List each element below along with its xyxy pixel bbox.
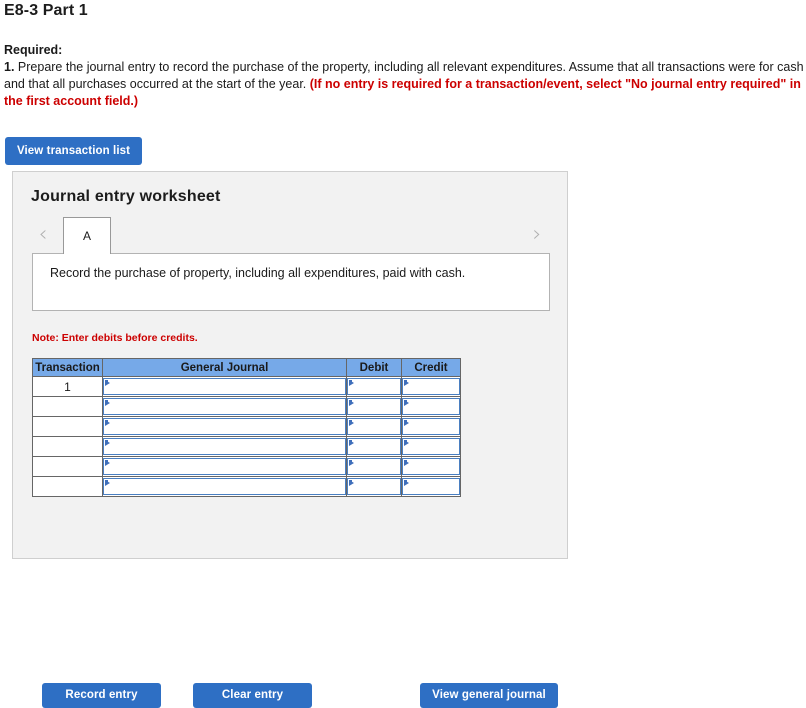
table-header-row: Transaction General Journal Debit Credit xyxy=(32,358,461,377)
journal-entry-worksheet-panel: Journal entry worksheet ‹ A › Record the… xyxy=(12,171,569,708)
credit-cell[interactable] xyxy=(401,476,461,497)
general-journal-cell[interactable] xyxy=(102,376,347,397)
general-journal-input[interactable] xyxy=(103,438,346,455)
transaction-number-cell xyxy=(32,396,103,417)
debit-input[interactable] xyxy=(347,458,401,475)
column-header-credit: Credit xyxy=(401,358,461,377)
transaction-number-cell xyxy=(32,436,103,457)
debit-cell[interactable] xyxy=(346,396,402,417)
debit-cell[interactable] xyxy=(346,376,402,397)
general-journal-cell[interactable] xyxy=(102,476,347,497)
general-journal-input[interactable] xyxy=(103,478,346,495)
table-row xyxy=(32,416,461,437)
transaction-description-text: Record the purchase of property, includi… xyxy=(50,266,466,280)
view-general-journal-button[interactable]: View general journal xyxy=(420,683,558,708)
table-row: 1 xyxy=(32,376,461,397)
credit-cell[interactable] xyxy=(401,396,461,417)
general-journal-input[interactable] xyxy=(103,458,346,475)
column-header-general-journal: General Journal xyxy=(102,358,347,377)
transaction-description-box: Record the purchase of property, includi… xyxy=(32,253,550,311)
credit-input[interactable] xyxy=(402,418,460,435)
worksheet-title: Journal entry worksheet xyxy=(31,188,221,205)
credit-input[interactable] xyxy=(402,458,460,475)
table-row xyxy=(32,396,461,417)
credit-input[interactable] xyxy=(402,398,460,415)
chevron-left-icon[interactable]: ‹ xyxy=(32,223,54,247)
general-journal-cell[interactable] xyxy=(102,416,347,437)
clear-entry-button[interactable]: Clear entry xyxy=(193,683,312,708)
table-row xyxy=(32,436,461,457)
debit-input[interactable] xyxy=(347,378,401,395)
general-journal-cell[interactable] xyxy=(102,396,347,417)
tab-a[interactable]: A xyxy=(63,217,111,254)
credit-input[interactable] xyxy=(402,378,460,395)
column-header-transaction: Transaction xyxy=(32,358,103,377)
chevron-right-icon[interactable]: › xyxy=(526,223,548,247)
journal-entry-table: Transaction General Journal Debit Credit… xyxy=(32,358,461,497)
debit-input[interactable] xyxy=(347,398,401,415)
transaction-number-cell xyxy=(32,476,103,497)
credit-cell[interactable] xyxy=(401,436,461,457)
worksheet-tab-strip: ‹ A › xyxy=(13,217,569,254)
debit-cell[interactable] xyxy=(346,436,402,457)
credit-cell[interactable] xyxy=(401,456,461,477)
transaction-number-cell xyxy=(32,416,103,437)
general-journal-cell[interactable] xyxy=(102,456,347,477)
column-header-debit: Debit xyxy=(346,358,402,377)
required-item-number: 1. xyxy=(4,60,15,74)
required-instructions: 1. Prepare the journal entry to record t… xyxy=(4,59,804,110)
credit-input[interactable] xyxy=(402,478,460,495)
debit-cell[interactable] xyxy=(346,476,402,497)
required-block: Required: 1. Prepare the journal entry t… xyxy=(4,43,804,110)
debit-cell[interactable] xyxy=(346,416,402,437)
table-row xyxy=(32,456,461,477)
debit-input[interactable] xyxy=(347,438,401,455)
required-label: Required: xyxy=(4,43,63,57)
transaction-number-cell xyxy=(32,456,103,477)
debit-input[interactable] xyxy=(347,478,401,495)
debit-input[interactable] xyxy=(347,418,401,435)
credit-input[interactable] xyxy=(402,438,460,455)
credit-cell[interactable] xyxy=(401,376,461,397)
view-transaction-list-button[interactable]: View transaction list xyxy=(5,137,142,165)
general-journal-input[interactable] xyxy=(103,398,346,415)
record-entry-button[interactable]: Record entry xyxy=(42,683,161,708)
transaction-number-cell: 1 xyxy=(32,376,103,397)
credit-cell[interactable] xyxy=(401,416,461,437)
debit-cell[interactable] xyxy=(346,456,402,477)
table-row xyxy=(32,476,461,497)
general-journal-input[interactable] xyxy=(103,418,346,435)
general-journal-input[interactable] xyxy=(103,378,346,395)
debits-before-credits-note: Note: Enter debits before credits. xyxy=(32,332,198,344)
general-journal-cell[interactable] xyxy=(102,436,347,457)
page-title: E8-3 Part 1 xyxy=(4,2,88,19)
